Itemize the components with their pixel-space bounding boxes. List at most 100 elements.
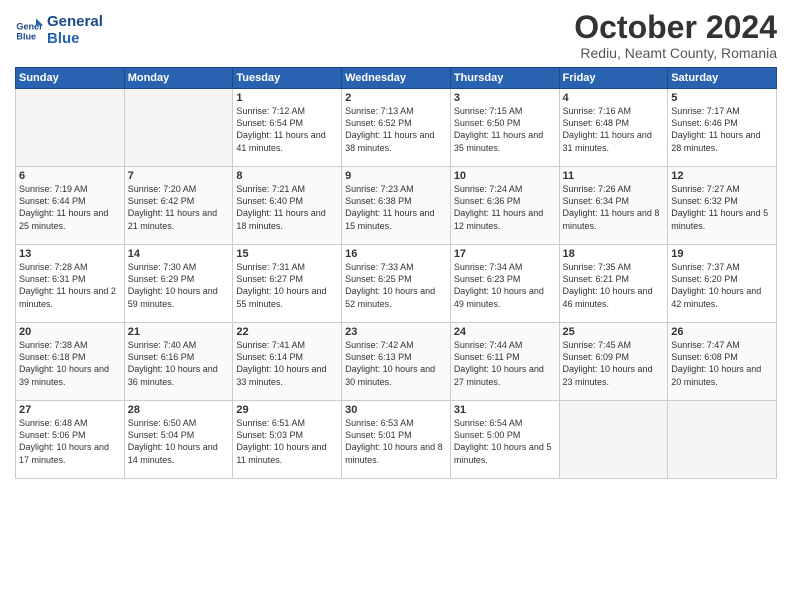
day-info: Sunrise: 6:54 AM Sunset: 5:00 PM Dayligh… bbox=[454, 417, 556, 466]
day-info: Sunrise: 7:35 AM Sunset: 6:21 PM Dayligh… bbox=[563, 261, 665, 310]
day-info: Sunrise: 7:42 AM Sunset: 6:13 PM Dayligh… bbox=[345, 339, 447, 388]
day-cell: 25Sunrise: 7:45 AM Sunset: 6:09 PM Dayli… bbox=[559, 323, 668, 401]
day-cell: 29Sunrise: 6:51 AM Sunset: 5:03 PM Dayli… bbox=[233, 401, 342, 479]
weekday-header-row: SundayMondayTuesdayWednesdayThursdayFrid… bbox=[16, 68, 777, 89]
day-number: 20 bbox=[19, 326, 121, 338]
day-info: Sunrise: 7:28 AM Sunset: 6:31 PM Dayligh… bbox=[19, 261, 121, 310]
day-cell: 15Sunrise: 7:31 AM Sunset: 6:27 PM Dayli… bbox=[233, 245, 342, 323]
day-cell: 18Sunrise: 7:35 AM Sunset: 6:21 PM Dayli… bbox=[559, 245, 668, 323]
day-number: 1 bbox=[236, 92, 338, 104]
weekday-header-sunday: Sunday bbox=[16, 68, 125, 89]
day-cell: 16Sunrise: 7:33 AM Sunset: 6:25 PM Dayli… bbox=[342, 245, 451, 323]
week-row-2: 6Sunrise: 7:19 AM Sunset: 6:44 PM Daylig… bbox=[16, 167, 777, 245]
day-cell: 4Sunrise: 7:16 AM Sunset: 6:48 PM Daylig… bbox=[559, 89, 668, 167]
day-info: Sunrise: 7:37 AM Sunset: 6:20 PM Dayligh… bbox=[671, 261, 773, 310]
day-cell: 10Sunrise: 7:24 AM Sunset: 6:36 PM Dayli… bbox=[450, 167, 559, 245]
day-cell: 3Sunrise: 7:15 AM Sunset: 6:50 PM Daylig… bbox=[450, 89, 559, 167]
logo-line1: General bbox=[47, 14, 103, 31]
week-row-4: 20Sunrise: 7:38 AM Sunset: 6:18 PM Dayli… bbox=[16, 323, 777, 401]
day-number: 26 bbox=[671, 326, 773, 338]
day-cell: 28Sunrise: 6:50 AM Sunset: 5:04 PM Dayli… bbox=[124, 401, 233, 479]
day-cell bbox=[668, 401, 777, 479]
weekday-header-monday: Monday bbox=[124, 68, 233, 89]
day-cell: 14Sunrise: 7:30 AM Sunset: 6:29 PM Dayli… bbox=[124, 245, 233, 323]
day-cell: 30Sunrise: 6:53 AM Sunset: 5:01 PM Dayli… bbox=[342, 401, 451, 479]
week-row-3: 13Sunrise: 7:28 AM Sunset: 6:31 PM Dayli… bbox=[16, 245, 777, 323]
weekday-header-thursday: Thursday bbox=[450, 68, 559, 89]
day-cell: 12Sunrise: 7:27 AM Sunset: 6:32 PM Dayli… bbox=[668, 167, 777, 245]
day-number: 29 bbox=[236, 404, 338, 416]
day-number: 13 bbox=[19, 248, 121, 260]
day-number: 24 bbox=[454, 326, 556, 338]
weekday-header-friday: Friday bbox=[559, 68, 668, 89]
day-number: 19 bbox=[671, 248, 773, 260]
day-cell: 5Sunrise: 7:17 AM Sunset: 6:46 PM Daylig… bbox=[668, 89, 777, 167]
day-cell: 8Sunrise: 7:21 AM Sunset: 6:40 PM Daylig… bbox=[233, 167, 342, 245]
day-number: 21 bbox=[128, 326, 230, 338]
day-number: 6 bbox=[19, 170, 121, 182]
day-info: Sunrise: 7:19 AM Sunset: 6:44 PM Dayligh… bbox=[19, 183, 121, 232]
day-number: 7 bbox=[128, 170, 230, 182]
day-number: 22 bbox=[236, 326, 338, 338]
day-number: 25 bbox=[563, 326, 665, 338]
day-info: Sunrise: 7:38 AM Sunset: 6:18 PM Dayligh… bbox=[19, 339, 121, 388]
day-number: 10 bbox=[454, 170, 556, 182]
day-info: Sunrise: 7:17 AM Sunset: 6:46 PM Dayligh… bbox=[671, 105, 773, 154]
day-info: Sunrise: 7:45 AM Sunset: 6:09 PM Dayligh… bbox=[563, 339, 665, 388]
day-info: Sunrise: 7:23 AM Sunset: 6:38 PM Dayligh… bbox=[345, 183, 447, 232]
day-info: Sunrise: 7:20 AM Sunset: 6:42 PM Dayligh… bbox=[128, 183, 230, 232]
day-number: 3 bbox=[454, 92, 556, 104]
day-cell: 24Sunrise: 7:44 AM Sunset: 6:11 PM Dayli… bbox=[450, 323, 559, 401]
day-cell: 2Sunrise: 7:13 AM Sunset: 6:52 PM Daylig… bbox=[342, 89, 451, 167]
day-cell: 23Sunrise: 7:42 AM Sunset: 6:13 PM Dayli… bbox=[342, 323, 451, 401]
day-cell: 22Sunrise: 7:41 AM Sunset: 6:14 PM Dayli… bbox=[233, 323, 342, 401]
day-number: 8 bbox=[236, 170, 338, 182]
day-cell: 19Sunrise: 7:37 AM Sunset: 6:20 PM Dayli… bbox=[668, 245, 777, 323]
day-info: Sunrise: 7:44 AM Sunset: 6:11 PM Dayligh… bbox=[454, 339, 556, 388]
day-info: Sunrise: 7:16 AM Sunset: 6:48 PM Dayligh… bbox=[563, 105, 665, 154]
day-number: 11 bbox=[563, 170, 665, 182]
day-info: Sunrise: 7:33 AM Sunset: 6:25 PM Dayligh… bbox=[345, 261, 447, 310]
day-cell: 6Sunrise: 7:19 AM Sunset: 6:44 PM Daylig… bbox=[16, 167, 125, 245]
day-number: 18 bbox=[563, 248, 665, 260]
logo-line2: Blue bbox=[47, 31, 103, 48]
day-cell: 27Sunrise: 6:48 AM Sunset: 5:06 PM Dayli… bbox=[16, 401, 125, 479]
calendar-table: SundayMondayTuesdayWednesdayThursdayFrid… bbox=[15, 67, 777, 479]
day-number: 28 bbox=[128, 404, 230, 416]
title-block: October 2024 Rediu, Neamt County, Romani… bbox=[574, 10, 777, 61]
day-number: 23 bbox=[345, 326, 447, 338]
day-cell: 7Sunrise: 7:20 AM Sunset: 6:42 PM Daylig… bbox=[124, 167, 233, 245]
day-info: Sunrise: 7:26 AM Sunset: 6:34 PM Dayligh… bbox=[563, 183, 665, 232]
day-info: Sunrise: 7:31 AM Sunset: 6:27 PM Dayligh… bbox=[236, 261, 338, 310]
day-cell bbox=[124, 89, 233, 167]
day-cell: 20Sunrise: 7:38 AM Sunset: 6:18 PM Dayli… bbox=[16, 323, 125, 401]
day-cell: 17Sunrise: 7:34 AM Sunset: 6:23 PM Dayli… bbox=[450, 245, 559, 323]
day-number: 31 bbox=[454, 404, 556, 416]
day-number: 30 bbox=[345, 404, 447, 416]
day-info: Sunrise: 6:53 AM Sunset: 5:01 PM Dayligh… bbox=[345, 417, 447, 466]
day-number: 15 bbox=[236, 248, 338, 260]
day-cell: 21Sunrise: 7:40 AM Sunset: 6:16 PM Dayli… bbox=[124, 323, 233, 401]
day-cell: 1Sunrise: 7:12 AM Sunset: 6:54 PM Daylig… bbox=[233, 89, 342, 167]
day-number: 5 bbox=[671, 92, 773, 104]
svg-text:Blue: Blue bbox=[16, 31, 36, 41]
day-info: Sunrise: 7:27 AM Sunset: 6:32 PM Dayligh… bbox=[671, 183, 773, 232]
day-info: Sunrise: 7:40 AM Sunset: 6:16 PM Dayligh… bbox=[128, 339, 230, 388]
day-info: Sunrise: 7:12 AM Sunset: 6:54 PM Dayligh… bbox=[236, 105, 338, 154]
day-number: 2 bbox=[345, 92, 447, 104]
day-cell: 11Sunrise: 7:26 AM Sunset: 6:34 PM Dayli… bbox=[559, 167, 668, 245]
logo-icon: General Blue bbox=[15, 17, 43, 45]
day-cell bbox=[16, 89, 125, 167]
calendar-title: October 2024 bbox=[574, 10, 777, 45]
day-info: Sunrise: 6:48 AM Sunset: 5:06 PM Dayligh… bbox=[19, 417, 121, 466]
day-info: Sunrise: 6:51 AM Sunset: 5:03 PM Dayligh… bbox=[236, 417, 338, 466]
day-info: Sunrise: 7:41 AM Sunset: 6:14 PM Dayligh… bbox=[236, 339, 338, 388]
day-cell bbox=[559, 401, 668, 479]
header: General Blue General Blue October 2024 R… bbox=[15, 10, 777, 61]
day-info: Sunrise: 7:15 AM Sunset: 6:50 PM Dayligh… bbox=[454, 105, 556, 154]
weekday-header-tuesday: Tuesday bbox=[233, 68, 342, 89]
week-row-5: 27Sunrise: 6:48 AM Sunset: 5:06 PM Dayli… bbox=[16, 401, 777, 479]
day-number: 12 bbox=[671, 170, 773, 182]
weekday-header-saturday: Saturday bbox=[668, 68, 777, 89]
weekday-header-wednesday: Wednesday bbox=[342, 68, 451, 89]
